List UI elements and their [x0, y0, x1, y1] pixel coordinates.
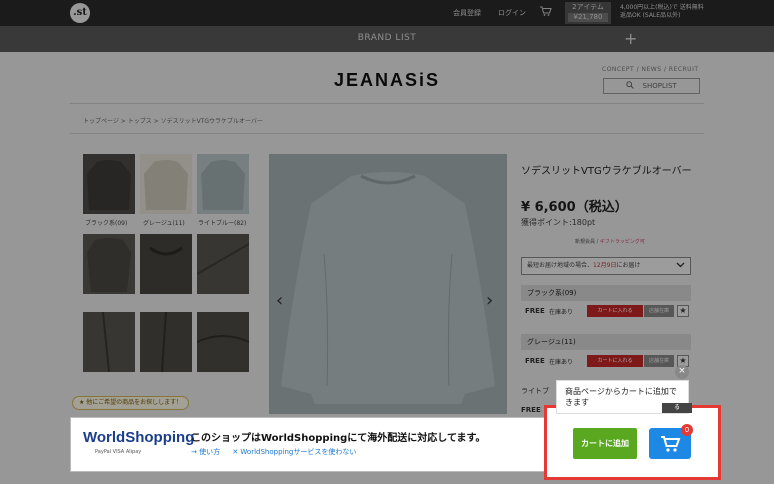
worldshopping-logo: WorldShopping: [83, 429, 195, 446]
howto-link[interactable]: → 使い方: [191, 448, 220, 456]
add-to-cart-widget-button[interactable]: カートに追加: [573, 428, 637, 459]
close-icon[interactable]: ×: [675, 365, 689, 379]
popup-ribbon: る: [662, 403, 692, 413]
worldshopping-message: このショップはWorldShoppingにて海外配送に対応してます。: [191, 433, 486, 444]
worldshopping-links: → 使い方 ✕ WorldShoppingサービスを使わない: [191, 447, 366, 457]
payment-methods: PayPal VISA Alipay: [95, 449, 142, 455]
disable-worldshopping-link[interactable]: ✕ WorldShoppingサービスを使わない: [232, 448, 356, 456]
cart-icon: [649, 436, 691, 461]
cart-count-badge: 0: [681, 424, 693, 436]
